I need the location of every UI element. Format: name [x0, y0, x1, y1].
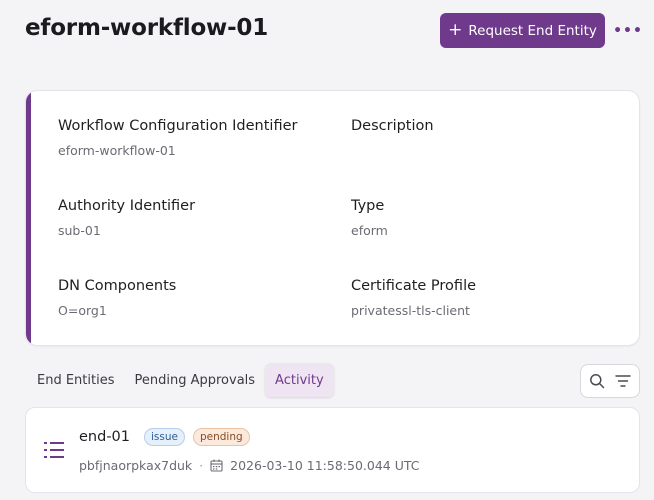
issue-badge: issue	[144, 428, 185, 446]
meta-separator: ·	[199, 458, 204, 473]
page-title: eform-workflow-01	[25, 15, 269, 41]
field-certificate-profile: Certificate Profile privatessl-tls-clien…	[351, 278, 476, 318]
calendar-icon	[210, 459, 223, 472]
field-value: O=org1	[58, 303, 107, 318]
search-icon	[590, 374, 605, 389]
field-value: sub-01	[58, 223, 101, 238]
request-end-entity-button[interactable]: + Request End Entity	[440, 13, 605, 48]
field-label: DN Components	[58, 278, 177, 294]
more-options-button[interactable]: •••	[612, 17, 644, 45]
status-badge: pending	[192, 428, 250, 446]
field-label: Type	[351, 198, 385, 214]
tab-bar: End Entities Pending Approvals Activity	[27, 363, 334, 397]
field-dn-components: DN Components O=org1	[58, 278, 176, 318]
field-label: Workflow Configuration Identifier	[58, 118, 298, 134]
activity-item-title: end-01 issue pending	[79, 428, 250, 446]
tab-pending-approvals[interactable]: Pending Approvals	[124, 363, 265, 397]
field-label: Authority Identifier	[58, 198, 196, 214]
field-type: Type eform	[351, 198, 388, 238]
field-value: privatessl-tls-client	[351, 303, 470, 318]
entity-id: pbfjnaorpkax7duk	[79, 458, 193, 473]
tab-end-entities[interactable]: End Entities	[27, 363, 124, 397]
list-icon	[44, 442, 64, 458]
field-value: eform-workflow-01	[58, 143, 176, 158]
activity-list-item[interactable]: end-01 issue pending pbfjnaorpkax7duk · …	[25, 407, 640, 493]
tab-activity[interactable]: Activity	[265, 363, 334, 397]
field-workflow-config-id: Workflow Configuration Identifier eform-…	[58, 118, 297, 158]
field-authority-id: Authority Identifier sub-01	[58, 198, 195, 238]
field-value: eform	[351, 223, 388, 238]
plus-icon: +	[448, 19, 463, 40]
entity-name: end-01	[79, 429, 130, 445]
timestamp: 2026-03-10 11:58:50.044 UTC	[230, 458, 420, 473]
filter-button[interactable]	[613, 371, 633, 391]
field-label: Certificate Profile	[351, 278, 477, 294]
filter-icon	[615, 375, 631, 387]
card-accent-bar	[26, 91, 31, 345]
search-filter-group	[580, 364, 640, 398]
activity-item-meta: pbfjnaorpkax7duk · 2026-03-10 11:58:50.0…	[79, 458, 420, 473]
more-icon: •••	[613, 23, 643, 39]
workflow-details-card: Workflow Configuration Identifier eform-…	[25, 90, 640, 346]
request-end-entity-label: Request End Entity	[468, 22, 597, 39]
field-description: Description	[351, 118, 434, 143]
field-label: Description	[351, 118, 434, 134]
search-button[interactable]	[587, 371, 607, 391]
